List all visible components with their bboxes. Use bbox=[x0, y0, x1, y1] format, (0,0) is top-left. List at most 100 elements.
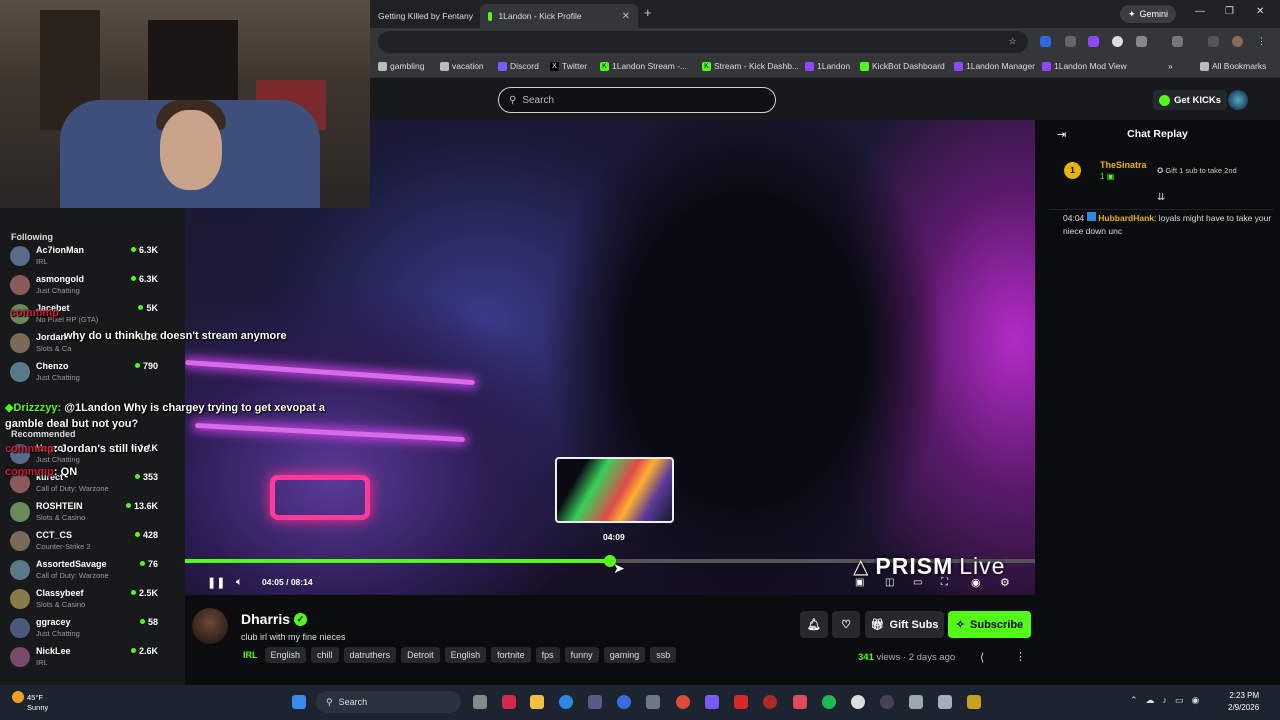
chat-username[interactable]: HubbardHank bbox=[1098, 213, 1154, 223]
view-stats: 341 views · 2 days ago bbox=[858, 652, 956, 663]
sidebar-channel[interactable]: ROSHTEIN Slots & Casino 13.6K bbox=[10, 498, 180, 526]
tag-chip[interactable]: funny bbox=[564, 647, 599, 663]
tag-chip[interactable]: fortnite bbox=[491, 647, 531, 663]
gemini-button[interactable]: ✦ Gemini bbox=[1120, 5, 1177, 23]
notification-bell-button[interactable]: 🔔︎ bbox=[800, 611, 828, 638]
app-icon[interactable] bbox=[880, 695, 894, 709]
twitch-icon[interactable] bbox=[1088, 36, 1099, 47]
sidebar-channel[interactable]: Classybeef Slots & Casino 2.5K bbox=[10, 585, 180, 613]
minimize-icon[interactable]: — bbox=[1195, 6, 1205, 17]
app-icon[interactable] bbox=[793, 695, 807, 709]
taskbar-search[interactable]: ⚲ Search bbox=[316, 691, 461, 713]
sidebar-channel[interactable]: Ac7ionMan IRL 6.3K bbox=[10, 242, 180, 270]
sidebar-channel[interactable]: AssortedSavage Call of Duty: Warzone 76 bbox=[10, 556, 180, 584]
taskbar-clock[interactable]: 2:23 PM 2/9/2026 bbox=[1228, 690, 1259, 714]
tag-chip[interactable]: ssb bbox=[650, 647, 677, 663]
gifter-name[interactable]: TheSinatra bbox=[1100, 160, 1147, 170]
category-link[interactable]: IRL bbox=[241, 647, 260, 663]
edge-icon[interactable] bbox=[559, 695, 573, 709]
overlay-chat-text: why do u think he doesn't stream anymore bbox=[64, 330, 287, 342]
discord-icon[interactable] bbox=[705, 695, 719, 709]
task-view-icon[interactable] bbox=[473, 695, 487, 709]
bookmark-kickbot[interactable]: KickBot Dashboard bbox=[860, 61, 945, 71]
new-tab-icon[interactable]: + bbox=[644, 5, 652, 20]
bookmark-vacation[interactable]: vacation bbox=[440, 61, 484, 71]
app-icon[interactable] bbox=[763, 695, 777, 709]
obs-icon[interactable] bbox=[851, 695, 865, 709]
app-icon[interactable] bbox=[909, 695, 923, 709]
tag-chip[interactable]: Detroit bbox=[401, 647, 440, 663]
star-icon[interactable]: ☆ bbox=[1007, 36, 1018, 47]
tag-chip[interactable]: chill bbox=[311, 647, 339, 663]
sidebar-channel[interactable]: ggracey Just Chatting 58 bbox=[10, 614, 180, 642]
bookmark-gambling[interactable]: gambling bbox=[378, 61, 425, 71]
menu-icon[interactable] bbox=[1208, 36, 1219, 47]
extension-icon[interactable] bbox=[1040, 36, 1051, 47]
tag-chip[interactable]: fps bbox=[535, 647, 560, 663]
extension-icon[interactable] bbox=[1065, 36, 1076, 47]
tag-chip[interactable]: English bbox=[264, 647, 307, 663]
rank-badge: 1 bbox=[1064, 162, 1081, 179]
all-bookmarks[interactable]: All Bookmarks bbox=[1200, 61, 1266, 71]
sidebar-viewer-count: 58 bbox=[140, 617, 158, 627]
close-icon[interactable]: ✕ bbox=[622, 11, 630, 22]
address-bar[interactable] bbox=[378, 31, 1028, 53]
spotify-icon[interactable] bbox=[822, 695, 836, 709]
weather-widget[interactable]: 45°F Sunny bbox=[12, 691, 48, 713]
sidebar-channel[interactable]: Chenzo Just Chatting 790 bbox=[10, 358, 180, 386]
follow-heart-button[interactable]: ♡ bbox=[832, 611, 860, 638]
maximize-icon[interactable]: ❐ bbox=[1225, 6, 1234, 17]
sidebar-channel[interactable]: asmongold Just Chatting 6.3K bbox=[10, 271, 180, 299]
app-icon[interactable] bbox=[938, 695, 952, 709]
tag-chip[interactable]: datruthers bbox=[343, 647, 397, 663]
puzzle-icon[interactable] bbox=[1136, 36, 1147, 47]
search-input[interactable]: ⚲ Search bbox=[498, 87, 776, 113]
windows-start-icon[interactable] bbox=[292, 695, 306, 709]
gift-subs-button[interactable]: 🎁︎ Gift Subs bbox=[865, 611, 944, 638]
channel-name[interactable]: Dharris bbox=[241, 611, 290, 627]
profile-avatar[interactable] bbox=[1232, 36, 1243, 47]
system-tray[interactable]: ⌃☁♪▭◉ bbox=[1130, 695, 1207, 706]
bookmark-1landon[interactable]: 1Landon bbox=[805, 61, 850, 71]
browser-tab-active[interactable]: 1Landon - Kick Profile ✕ bbox=[480, 4, 638, 28]
clock-time: 2:23 PM bbox=[1229, 691, 1260, 700]
gift-sub-prompt[interactable]: ✪ Gift 1 sub to take 2nd bbox=[1157, 166, 1237, 175]
stream-info: Dharris ✓ club irl with my fine nieces I… bbox=[185, 595, 1035, 685]
bookmark-discord[interactable]: Discord bbox=[498, 61, 539, 71]
overlay-chat-user: commmp bbox=[5, 443, 54, 455]
bookmark-manager[interactable]: 1Landon Manager bbox=[954, 61, 1035, 71]
share-icon[interactable]: ⟨ bbox=[980, 651, 984, 664]
kebab-menu-icon[interactable]: ⋮ bbox=[1256, 36, 1267, 47]
channel-avatar[interactable] bbox=[192, 608, 228, 644]
tag-chip[interactable]: English bbox=[444, 647, 487, 663]
expand-chevron-icon[interactable]: ⇊ bbox=[1157, 192, 1165, 203]
extension-icon[interactable] bbox=[1112, 36, 1123, 47]
app-icon[interactable] bbox=[617, 695, 631, 709]
app-icon[interactable] bbox=[502, 695, 516, 709]
store-icon[interactable] bbox=[588, 695, 602, 709]
chrome-icon[interactable] bbox=[676, 695, 690, 709]
sidebar-channel-category: IRL bbox=[36, 257, 48, 266]
settings-icon[interactable] bbox=[646, 695, 660, 709]
bookmark-twitter[interactable]: X Twitter bbox=[550, 61, 587, 71]
sidebar-channel[interactable]: NickLee IRL 2.6K bbox=[10, 643, 180, 671]
bookmark-mod-view[interactable]: 1Landon Mod View bbox=[1042, 61, 1127, 71]
get-kicks-button[interactable]: Get KICKs bbox=[1153, 90, 1227, 110]
chevron-right-icon[interactable]: » bbox=[1168, 61, 1173, 71]
taskbar-search-label: Search bbox=[338, 697, 368, 707]
sidebar-channel[interactable]: CCT_CS Counter-Strike 2 428 bbox=[10, 527, 180, 555]
tag-chip[interactable]: gaming bbox=[603, 647, 646, 663]
pause-icon[interactable]: ❚❚ bbox=[207, 576, 225, 589]
user-avatar[interactable] bbox=[1228, 90, 1248, 110]
file-explorer-icon[interactable] bbox=[530, 695, 544, 709]
browser-tab[interactable]: Getting Killed by Fentany✕ bbox=[370, 4, 478, 28]
app-icon-active[interactable] bbox=[967, 695, 981, 709]
close-window-icon[interactable]: ✕ bbox=[1256, 6, 1264, 17]
extension-icon[interactable] bbox=[1172, 36, 1183, 47]
bookmark-1landon-stream[interactable]: K 1Landon Stream -... bbox=[600, 61, 687, 71]
bookmark-kick-dashboard[interactable]: K Stream - Kick Dashb... bbox=[702, 61, 799, 71]
volume-icon[interactable]: 🔈︎ bbox=[236, 576, 243, 589]
subscribe-button[interactable]: ✧ Subscribe bbox=[948, 611, 1031, 638]
app-icon[interactable] bbox=[734, 695, 748, 709]
kebab-menu-icon[interactable]: ⋮ bbox=[1015, 650, 1026, 663]
